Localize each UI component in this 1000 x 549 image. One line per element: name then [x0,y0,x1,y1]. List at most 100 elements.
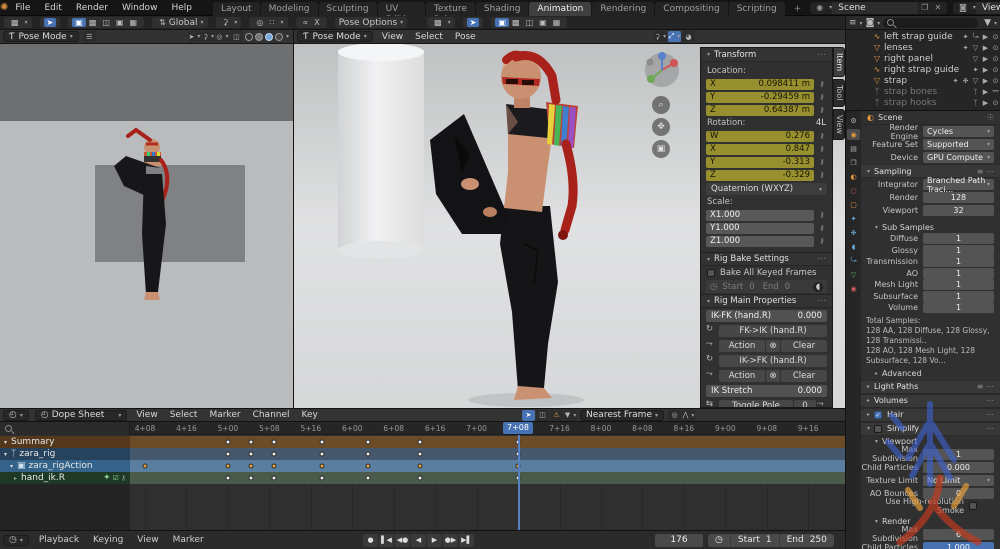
viewport-samples-field[interactable]: 32 [923,205,994,216]
outliner-display-mode-icon[interactable]: ≡▾ [846,18,866,28]
tab-constraints-icon[interactable]: ⤿ [847,255,860,266]
snap-icon[interactable]: ⤳ [817,399,827,408]
scale-x-field[interactable]: X1.000 [706,210,814,221]
eye-icon[interactable]: ⊙ [991,44,1000,52]
eye-closed-icon[interactable]: ⌤ [991,88,1000,96]
mode-dropdown-left[interactable]: ƬPose Mode▾ [3,31,79,42]
fk-to-ik-button[interactable]: FK->IK (hand.R) [719,325,827,337]
keyframe[interactable] [366,440,371,445]
scene-selector[interactable]: ◉▾ Scene ❐ ✕ [810,2,947,14]
outliner-row[interactable]: ᛉ strap bones ᛉ ▶ ⌤ [846,86,1000,97]
modifier-icon[interactable]: ✦ [951,77,960,85]
editor-type-button[interactable]: ▩▾ [4,17,32,28]
tab-rendering[interactable]: Rendering [592,2,655,16]
tab-sculpting[interactable]: Sculpting [319,2,378,16]
eye-icon[interactable]: ⊙ [991,55,1000,63]
keyframe[interactable] [249,476,254,481]
rotation-y-field[interactable]: Y-0.313 [706,157,814,168]
channel-row-summary[interactable]: ▾Summary [0,436,845,448]
ik-to-fk-button[interactable]: IK->FK (hand.R) [719,355,827,367]
ds-key-menu[interactable]: Key [296,410,324,420]
use-preview-range-icon[interactable]: ◷ [708,535,730,545]
vp-child-particles-field[interactable]: 0.000 [923,462,994,473]
move-view-icon[interactable]: ✥ [652,118,670,136]
editor-type-button-2[interactable]: ▩▾ [427,17,455,28]
xray-toggle-icon[interactable]: ◫ [230,31,243,42]
tab-object-icon[interactable]: ▢ [847,199,860,210]
keyframe[interactable] [249,440,254,445]
proportional-edit-group[interactable]: ◎∷▾ [249,17,287,28]
eye-icon[interactable]: ⊙ [991,33,1000,41]
location-z-field[interactable]: Z0.64387 m [706,105,814,116]
selectable-icon[interactable]: ▶ [981,33,990,41]
start-frame-field[interactable]: Start1 [731,535,779,545]
hide-hidden-icon[interactable]: ◫ [536,410,549,421]
mode-dropdown-main[interactable]: ƬPose Mode▾ [297,31,373,42]
select-mode-buttons[interactable]: ▣▩◫▣▦ [68,17,144,28]
select-menu[interactable]: Select [409,32,449,42]
shading-material-icon[interactable] [265,33,273,41]
transmission-samples-field[interactable]: 1 [923,256,994,267]
close-scene-icon[interactable]: ✕ [931,3,944,12]
outliner-row[interactable]: ▽ right panel ▽ ▶ ⊙ [846,53,1000,64]
camera-view-icon[interactable]: ▣ [652,140,670,158]
constraint-icon[interactable]: ⤿ [971,32,980,41]
proportional-icon[interactable]: ◎▾ [216,31,229,42]
cancel-icon[interactable]: ⊗ [766,370,780,382]
shading-rendered-icon[interactable] [275,33,283,41]
tl-marker-menu[interactable]: Marker [166,535,211,545]
glossy-samples-field[interactable]: 1 [923,245,994,256]
mesh-light-samples-field[interactable]: 1 [923,279,994,290]
tab-tool[interactable]: Tool [833,79,845,107]
clear-button[interactable]: Clear [781,340,827,352]
active-tool-select[interactable]: ➤ [40,17,61,28]
shading-solid-icon[interactable] [255,33,263,41]
orbit-gizmo-icon[interactable]: ◕ [682,31,695,42]
lock-icon[interactable]: ⚷ [817,145,827,153]
feature-set-dropdown[interactable]: Supported▾ [923,139,994,150]
blender-logo-icon[interactable]: ✺ [0,2,8,13]
keyframe[interactable] [249,464,254,469]
outliner-row[interactable]: ᛉ strap hooks ᛉ ▶ ⊙ [846,97,1000,108]
ao-samples-field[interactable]: 1 [923,268,994,279]
zoom-view-icon[interactable]: ⌕ [652,96,670,114]
filter-icon[interactable]: ▼▾ [564,410,577,421]
channel-row-hand-ik[interactable]: ▸hand_ik.R ✦ ☑ ⚷ [0,472,845,484]
keyframe[interactable] [366,452,371,457]
lock-icon[interactable]: ⚷ [817,171,827,179]
outliner-row[interactable]: ▽ strap ✦ ❉ ▽ ▶ ⊙ [846,75,1000,86]
active-tool-select-2[interactable]: ➤ [463,17,484,28]
snap-dropdown[interactable]: Nearest Frame▾ [580,410,664,421]
snap-icon[interactable]: ⚳▾ [202,31,215,42]
keyframe[interactable] [249,452,254,457]
toggle-pole-value[interactable]: 0 [794,400,816,408]
tab-animation[interactable]: Animation [529,2,592,16]
nav-gizmo[interactable] [642,50,682,90]
snap-ik-icon[interactable]: ↻ [706,354,718,368]
pose-icon[interactable]: ᛉ [971,88,980,96]
keyframe[interactable] [226,464,231,469]
keyframe[interactable] [418,476,423,481]
tab-item[interactable]: Item [833,47,845,77]
dopesheet[interactable]: 4+084+165+005+085+166+006+086+167+007+08… [0,422,845,530]
clear-button-2[interactable]: Clear [781,370,827,382]
menu-window[interactable]: Window [115,3,165,13]
tab-physics-icon[interactable]: ◖ [847,241,860,252]
smoke-checkbox[interactable] [969,502,977,510]
action-button-2[interactable]: Action [719,370,765,382]
tab-view-layer-icon[interactable]: ❐ [847,157,860,168]
bake-all-keyed-checkbox[interactable]: Bake All Keyed Frames [701,266,832,279]
outliner-filter-icon[interactable]: ▼▾ [981,18,1000,28]
tab-render-icon[interactable]: ◉ [847,129,860,140]
shading-wireframe-icon[interactable] [245,33,253,41]
selectable-icon[interactable]: ▶ [981,99,990,107]
xmirror-group[interactable]: ∝X [296,17,327,28]
hair-header[interactable]: ▸ ✓ Hair⋯ [861,408,1000,422]
mesh-data-icon[interactable]: ▽ [971,77,980,85]
clock-icon[interactable]: ◷ [710,282,717,292]
play-reverse-icon[interactable]: ◀ [411,534,426,547]
mute-checkbox-icon[interactable]: ☑ [113,474,121,482]
lock-icon[interactable]: ⚷ [817,132,827,140]
lock-icon[interactable]: ⚷ [817,80,827,88]
snap-magnet-icon[interactable]: ⚳▾ [654,31,667,42]
